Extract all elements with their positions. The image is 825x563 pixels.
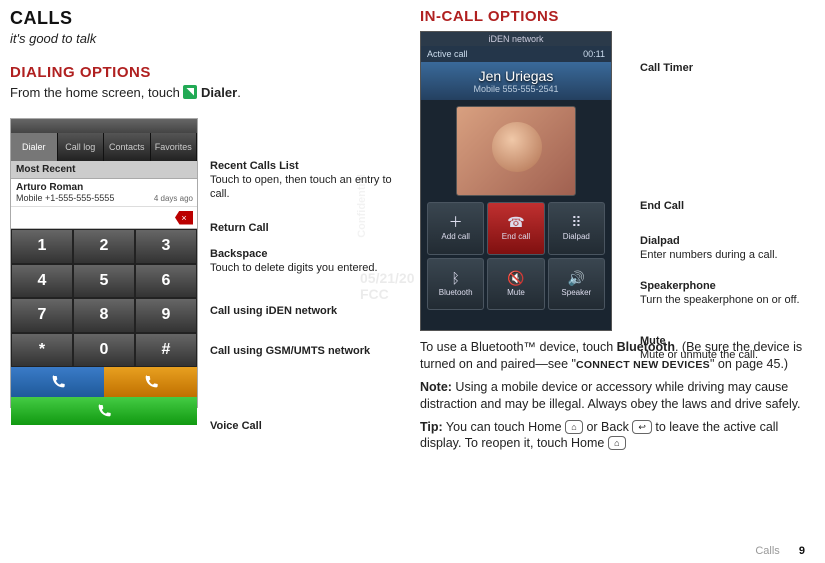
call-status-bar: Active call 00:11: [421, 46, 611, 62]
dialer-screenshot: Dialer Call log Contacts Favorites Most …: [10, 118, 198, 408]
dialpad-button[interactable]: ⠿ Dialpad: [548, 202, 605, 255]
key-4[interactable]: 4: [11, 264, 73, 299]
action-label: Bluetooth: [439, 288, 473, 297]
callout-title: Backspace: [210, 248, 268, 260]
incall-screenshot: iDEN network Active call 00:11 Jen Urieg…: [420, 31, 612, 331]
caller-name: Jen Uriegas: [421, 68, 611, 84]
back-key-icon: ↩: [632, 420, 652, 434]
page-footer: Calls 9: [755, 545, 805, 557]
page-number: 9: [799, 545, 805, 557]
caller-info: Jen Uriegas Mobile 555-555-2541: [421, 62, 611, 100]
callout-call-timer: Call Timer: [640, 62, 693, 76]
action-label: Dialpad: [563, 232, 590, 241]
tab-contacts[interactable]: Contacts: [104, 133, 151, 161]
call-gsm-button[interactable]: [104, 367, 197, 397]
note-paragraph: Note: Using a mobile device or accessory…: [420, 379, 805, 413]
callout-iden: Call using iDEN network: [210, 305, 337, 319]
intro-text-1: From the home screen, touch: [10, 85, 183, 100]
call-timer: 00:11: [583, 49, 605, 59]
callout-title: Call using iDEN network: [210, 305, 337, 317]
footer-section: Calls: [755, 545, 779, 557]
tab-dialer[interactable]: Dialer: [11, 133, 58, 161]
left-column: Calls it's good to talk Dialing options …: [10, 8, 410, 458]
callout-recent-list: Recent Calls List Touch to open, then to…: [210, 160, 400, 201]
active-call-label: Active call: [427, 49, 468, 59]
most-recent-header: Most Recent: [11, 161, 197, 179]
voice-call-button[interactable]: [11, 397, 197, 425]
callout-desc: Touch to delete digits you entered.: [210, 262, 378, 274]
key-2[interactable]: 2: [73, 229, 135, 264]
intro-text-3: .: [237, 85, 241, 100]
incall-options-heading: In-call options: [420, 8, 805, 25]
network-label: iDEN network: [421, 32, 611, 46]
speaker-icon: 🔊: [568, 271, 585, 285]
intro-dialer-word: Dialer: [201, 85, 237, 100]
right-column: In-call options iDEN network Active call…: [410, 8, 805, 458]
calls-heading: Calls: [10, 8, 400, 29]
key-8[interactable]: 8: [73, 298, 135, 333]
bluetooth-button[interactable]: ᛒ Bluetooth: [427, 258, 484, 311]
key-0[interactable]: 0: [73, 333, 135, 368]
bluetooth-icon: ᛒ: [451, 271, 459, 285]
action-label: End call: [502, 232, 530, 241]
speaker-button[interactable]: 🔊 Speaker: [548, 258, 605, 311]
key-3[interactable]: 3: [135, 229, 197, 264]
recent-name: Arturo Roman: [16, 182, 192, 193]
callout-gsm: Call using GSM/UMTS network: [210, 345, 370, 359]
mute-button[interactable]: 🔇 Mute: [487, 258, 544, 311]
phone-icon: [143, 374, 159, 390]
dialpad-icon: ⠿: [571, 215, 581, 229]
dialer-app-icon: [183, 85, 197, 99]
tagline: it's good to talk: [10, 31, 400, 46]
key-star[interactable]: *: [11, 333, 73, 368]
key-5[interactable]: 5: [73, 264, 135, 299]
callout-dialpad: DialpadEnter numbers during a call.: [640, 235, 778, 263]
home-key-icon: ⌂: [565, 420, 583, 434]
call-iden-button[interactable]: [11, 367, 104, 397]
digit-display: ×: [11, 207, 197, 229]
callout-voice-call: Voice Call: [210, 420, 262, 434]
callout-end-call: End Call: [640, 200, 684, 214]
dialing-options-heading: Dialing options: [10, 64, 400, 81]
mute-icon: 🔇: [507, 271, 524, 285]
callout-title: Call using GSM/UMTS network: [210, 345, 370, 357]
dialing-intro: From the home screen, touch Dialer.: [10, 85, 400, 100]
action-label: Mute: [507, 288, 525, 297]
keypad: 1 2 3 4 5 6 7 8 9 * 0 #: [11, 229, 197, 367]
callout-title: Return Call: [210, 222, 269, 234]
recent-call-entry[interactable]: Arturo Roman Mobile +1-555-555-5555 4 da…: [11, 179, 197, 207]
callout-title: Recent Calls List: [210, 160, 299, 172]
action-label: Speaker: [561, 288, 591, 297]
callout-return-call: Return Call: [210, 222, 269, 236]
status-bar: [11, 119, 197, 133]
backspace-button[interactable]: ×: [175, 211, 193, 225]
phone-icon: [96, 403, 112, 419]
add-call-button[interactable]: ＋ Add call: [427, 202, 484, 255]
tab-favorites[interactable]: Favorites: [151, 133, 198, 161]
key-1[interactable]: 1: [11, 229, 73, 264]
key-7[interactable]: 7: [11, 298, 73, 333]
key-hash[interactable]: #: [135, 333, 197, 368]
action-label: Add call: [441, 232, 469, 241]
in-call-actions: ＋Add call ☎End call ⠿Dialpad ᛒBluetooth …: [427, 202, 605, 310]
caller-number: Mobile 555-555-2541: [421, 84, 611, 94]
contact-photo: [456, 106, 576, 196]
tab-call-log[interactable]: Call log: [58, 133, 105, 161]
callout-mute: MuteMute or unmute the call.: [640, 335, 758, 363]
home-key-icon: ⌂: [608, 436, 626, 450]
plus-icon: ＋: [449, 215, 463, 229]
callout-desc: Touch to open, then touch an entry to ca…: [210, 174, 392, 200]
network-call-row: [11, 367, 197, 397]
end-call-button[interactable]: ☎ End call: [487, 202, 544, 255]
key-6[interactable]: 6: [135, 264, 197, 299]
key-9[interactable]: 9: [135, 298, 197, 333]
phone-icon: [50, 374, 66, 390]
callout-title: Voice Call: [210, 420, 262, 432]
hangup-icon: ☎: [507, 215, 524, 229]
dialer-tabs: Dialer Call log Contacts Favorites: [11, 133, 197, 161]
recent-ago: 4 days ago: [154, 194, 193, 203]
callout-backspace: Backspace Touch to delete digits you ent…: [210, 248, 378, 276]
tip-paragraph: Tip: You can touch Home ⌂ or Back ↩ to l…: [420, 419, 805, 453]
callout-speakerphone: SpeakerphoneTurn the speakerphone on or …: [640, 280, 800, 308]
